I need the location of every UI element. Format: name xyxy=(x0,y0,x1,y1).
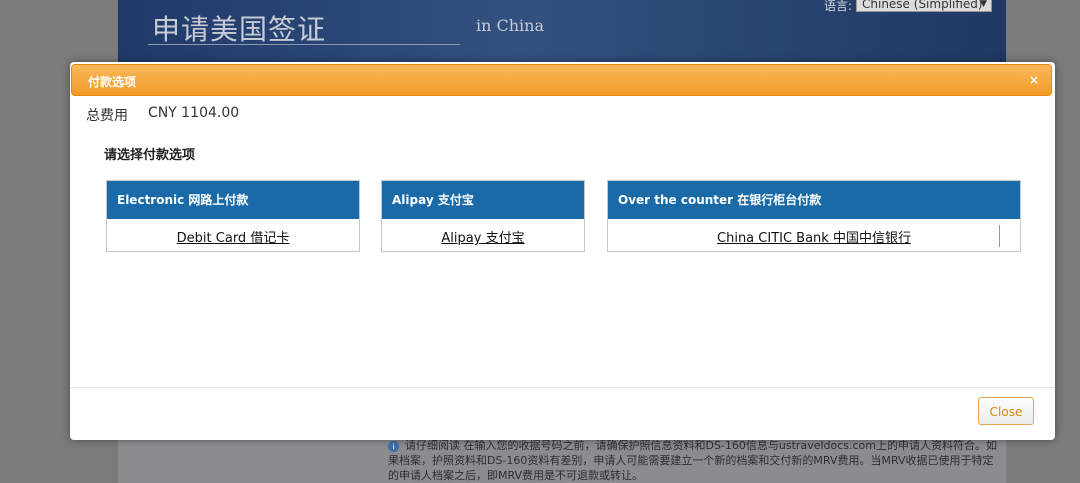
payment-option-header: Over the counter 在银行柜台付款 xyxy=(608,181,1020,219)
payment-option-header: Electronic 网路上付款 xyxy=(107,181,359,219)
chevron-down-icon: ▼ xyxy=(980,0,987,9)
info-icon: i xyxy=(388,441,399,452)
debit-card-link[interactable]: Debit Card 借记卡 xyxy=(107,227,359,246)
dialog-title: 付款选项 xyxy=(88,75,137,89)
payment-option-alipay: Alipay 支付宝 Alipay 支付宝 xyxy=(381,180,585,252)
language-select[interactable]: Chinese (Simplified) ▼ xyxy=(856,0,992,12)
dialog-footer-divider xyxy=(70,387,1055,388)
china-citic-bank-link[interactable]: China CITIC Bank 中国中信银行 xyxy=(608,227,1020,246)
language-select-value: Chinese (Simplified) xyxy=(862,0,983,11)
total-fee-label: 总费用 xyxy=(86,108,128,124)
option-divider xyxy=(999,225,1000,247)
total-fee-value: CNY 1104.00 xyxy=(148,105,240,121)
payment-option-header: Alipay 支付宝 xyxy=(382,181,584,219)
background-notice: i 请仔细阅读 在输入您的收据号码之前，请确保护照信息资料和DS-160信息与us… xyxy=(388,438,998,483)
payment-option-electronic: Electronic 网路上付款 Debit Card 借记卡 xyxy=(106,180,360,252)
background-notice-text: 请仔细阅读 在输入您的收据号码之前，请确保护照信息资料和DS-160信息与ust… xyxy=(388,439,998,482)
background-title-underline xyxy=(148,44,460,45)
alipay-link[interactable]: Alipay 支付宝 xyxy=(382,227,584,246)
payment-options-dialog: 付款选项 × 总费用 CNY 1104.00 请选择付款选项 Electroni… xyxy=(70,62,1055,440)
close-icon[interactable]: × xyxy=(1027,73,1041,87)
payment-option-counter: Over the counter 在银行柜台付款 China CITIC Ban… xyxy=(607,180,1021,252)
close-button[interactable]: Close xyxy=(978,397,1034,425)
background-page-title: 申请美国签证 xyxy=(152,13,327,46)
background-subtitle: in China xyxy=(476,16,545,35)
payment-prompt: 请选择付款选项 xyxy=(104,148,196,163)
language-label: 语言: xyxy=(824,0,853,13)
dialog-header: 付款选项 × xyxy=(71,64,1052,96)
